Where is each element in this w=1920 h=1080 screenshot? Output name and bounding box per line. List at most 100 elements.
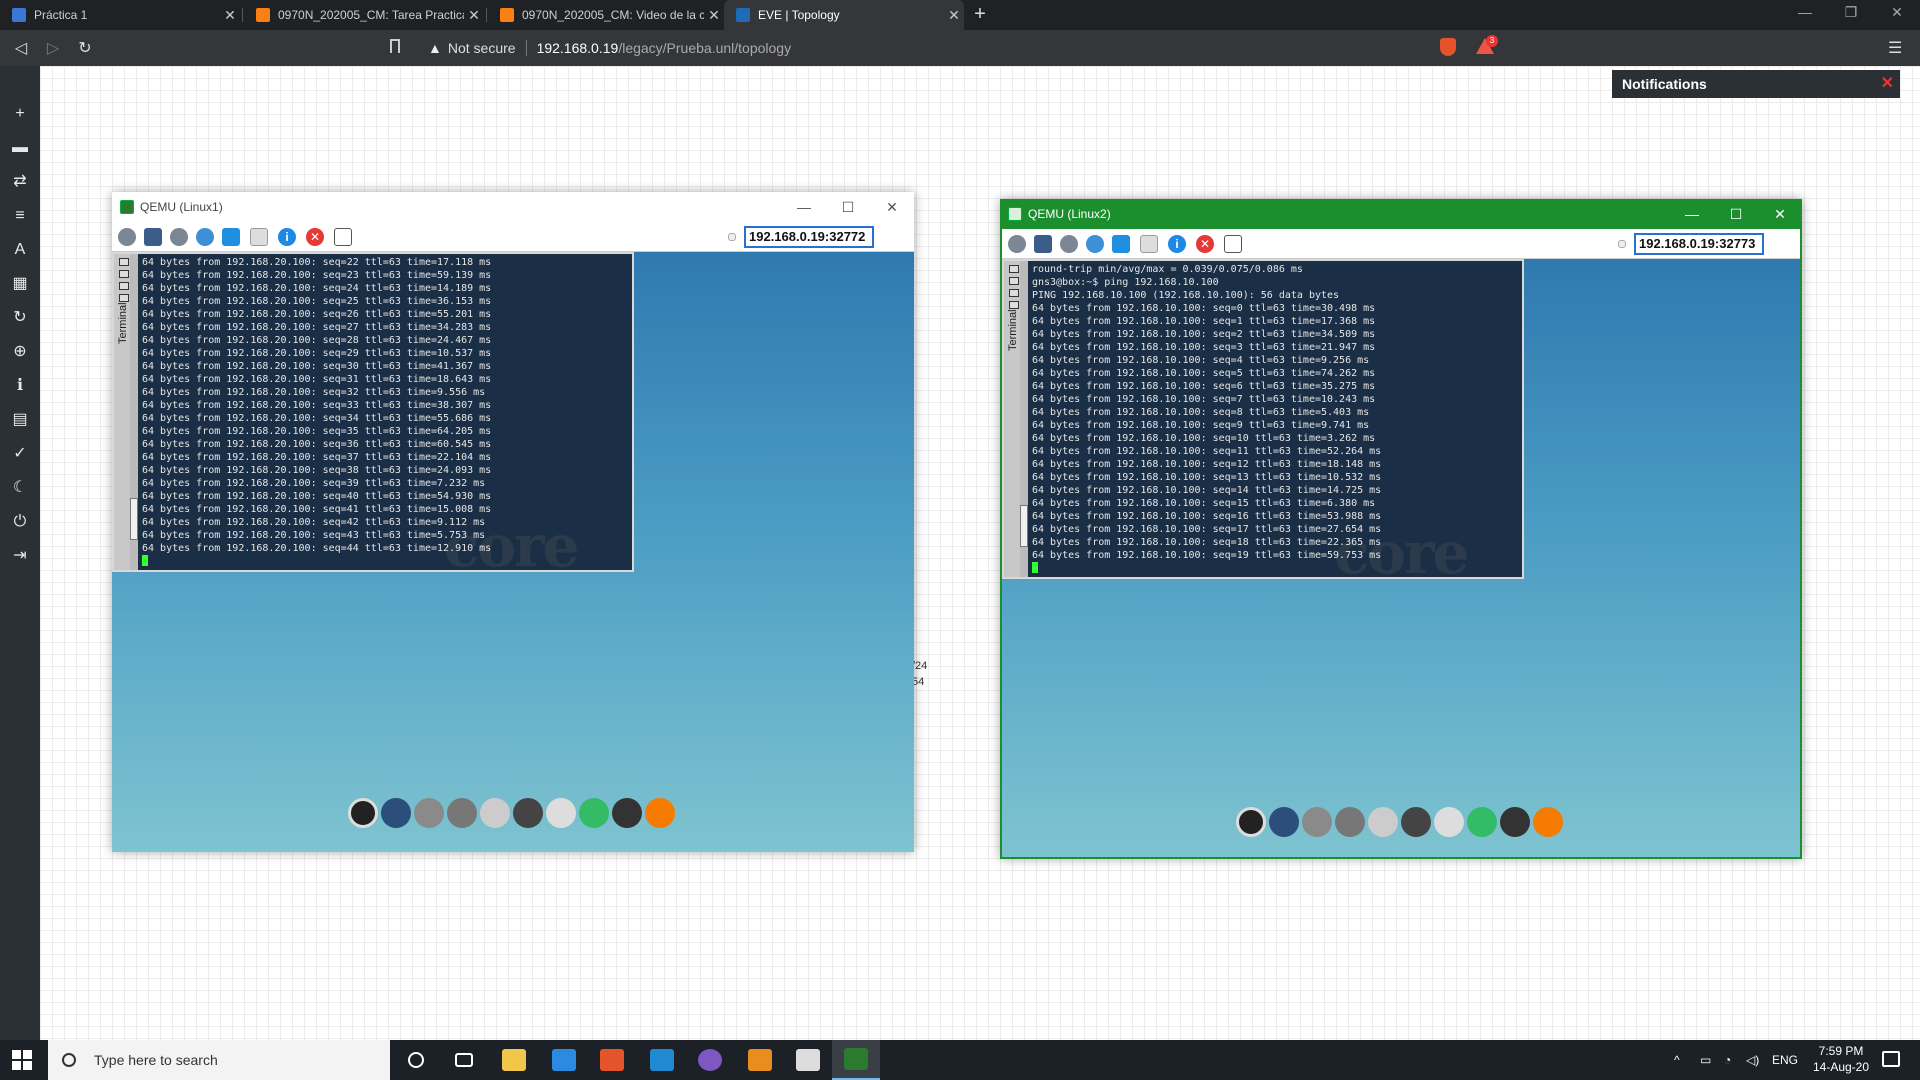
terminal-icon[interactable] <box>250 228 268 246</box>
window-icon[interactable] <box>1009 289 1019 297</box>
drive-icon[interactable] <box>447 798 477 828</box>
text-icon[interactable]: A <box>8 238 32 262</box>
vnc-address-field[interactable]: 192.168.0.19:32773 <box>1634 233 1764 255</box>
terminal-output[interactable]: round-trip min/avg/max = 0.039/0.075/0.0… <box>1032 263 1520 575</box>
fit-screen-icon[interactable] <box>144 228 162 246</box>
terminal-window[interactable]: Terminal core round-trip min/avg/max = 0… <box>1002 259 1524 579</box>
settings-icon[interactable] <box>414 798 444 828</box>
battery-icon[interactable]: ▭ <box>1700 1040 1711 1080</box>
qemu-window-linux2[interactable]: QEMU (Linux2) — ☐ ✕ i ✕ 192.168.0.19:327… <box>1000 199 1802 859</box>
terminal-icon[interactable] <box>1140 235 1158 253</box>
close-icon[interactable] <box>1009 265 1019 273</box>
reload-icon[interactable]: ↻ <box>74 38 96 58</box>
close-icon[interactable]: ✕ <box>870 192 914 222</box>
gear-icon[interactable] <box>170 228 188 246</box>
lab-details-icon[interactable]: ▤ <box>8 408 32 432</box>
clipboard-icon[interactable] <box>1224 235 1242 253</box>
terminal-prompt[interactable] <box>142 555 630 568</box>
disconnect-icon[interactable]: ✕ <box>1196 235 1214 253</box>
window-icon[interactable] <box>1009 277 1019 285</box>
networks-icon[interactable]: ⇄ <box>8 170 32 194</box>
tab-video-clase[interactable]: 0970N_202005_CM: Video de la cl ✕ <box>488 0 724 30</box>
close-icon[interactable]: ✕ <box>220 7 240 24</box>
qemu-window-linux1[interactable]: QEMU (Linux1) — ☐ ✕ i ✕ 192.168.0.19:327… <box>112 192 914 852</box>
disconnect-icon[interactable]: ✕ <box>306 228 324 246</box>
refresh-icon[interactable] <box>1086 235 1104 253</box>
file-explorer-icon[interactable] <box>490 1040 538 1080</box>
add-object-icon[interactable]: + <box>8 102 32 126</box>
scrollbar-thumb[interactable] <box>1020 505 1028 547</box>
tab-eve-topology[interactable]: EVE | Topology ✕ <box>724 0 964 30</box>
address-bar[interactable]: ▲ Not secure 192.168.0.19/legacy/Prueba.… <box>428 36 791 60</box>
tab-tarea-practica[interactable]: 0970N_202005_CM: Tarea Practica ✕ <box>244 0 484 30</box>
forward-icon[interactable]: ▷ <box>42 38 64 58</box>
taskbar-search[interactable]: Type here to search <box>48 1040 390 1080</box>
maximize-icon[interactable]: ☐ <box>826 192 870 222</box>
phone-icon[interactable] <box>513 798 543 828</box>
vnc-address-field[interactable]: 192.168.0.19:32772 <box>744 226 874 248</box>
windows-key-icon[interactable] <box>222 228 240 246</box>
close-icon[interactable]: ✕ <box>1881 73 1894 93</box>
settings-icon[interactable] <box>118 228 136 246</box>
window-icon[interactable] <box>119 282 129 290</box>
zoom-icon[interactable]: ⊕ <box>8 340 32 364</box>
window-titlebar[interactable]: QEMU (Linux1) — ☐ ✕ <box>112 192 914 222</box>
window-icon[interactable] <box>1009 301 1019 309</box>
nodes-icon[interactable]: ▬ <box>8 136 32 160</box>
action-center-icon[interactable] <box>1882 1051 1900 1067</box>
pen-icon[interactable] <box>1269 807 1299 837</box>
close-icon[interactable] <box>119 258 129 266</box>
brave-icon[interactable] <box>588 1040 636 1080</box>
taskbar-clock[interactable]: 7:59 PM 14-Aug-20 <box>1806 1043 1876 1075</box>
text-editor-icon[interactable] <box>1434 807 1464 837</box>
qemu-desktop[interactable]: Terminal core round-trip min/avg/max = 0… <box>1002 259 1800 857</box>
task-view-icon[interactable] <box>440 1040 488 1080</box>
phone-icon[interactable] <box>1401 807 1431 837</box>
shutdown-icon[interactable] <box>1236 807 1266 837</box>
close-icon[interactable]: ✕ <box>464 7 484 24</box>
security-status[interactable]: Not secure <box>448 40 516 56</box>
restore-icon[interactable]: ❐ <box>1836 4 1866 21</box>
wifi-icon[interactable]: ◔ <box>1724 1040 1731 1080</box>
terminal-icon[interactable] <box>1500 807 1530 837</box>
close-icon[interactable]: ✕ <box>1758 199 1802 229</box>
refresh-icon[interactable] <box>196 228 214 246</box>
terminal-output[interactable]: 64 bytes from 192.168.20.100: seq=22 ttl… <box>142 256 630 568</box>
window-icon[interactable] <box>119 270 129 278</box>
back-icon[interactable]: ◁ <box>10 38 32 58</box>
qemu-desktop[interactable]: Terminal core 64 bytes from 192.168.20.1… <box>112 252 914 852</box>
check-icon[interactable]: ✓ <box>8 442 32 466</box>
settings-icon[interactable] <box>1302 807 1332 837</box>
show-hidden-icons[interactable]: ^ <box>1674 1040 1680 1080</box>
minimize-icon[interactable]: — <box>782 192 826 222</box>
drive-icon[interactable] <box>1335 807 1365 837</box>
tools-icon[interactable] <box>480 798 510 828</box>
new-tab-button[interactable]: + <box>968 3 992 26</box>
menu-icon[interactable]: ☰ <box>1888 38 1902 58</box>
vscode-icon[interactable] <box>638 1040 686 1080</box>
window-app-icon[interactable] <box>736 1040 784 1080</box>
monitor-icon[interactable] <box>1467 807 1497 837</box>
app-icon[interactable] <box>686 1040 734 1080</box>
minimize-icon[interactable]: — <box>1670 199 1714 229</box>
terminal-window[interactable]: Terminal core 64 bytes from 192.168.20.1… <box>112 252 634 572</box>
terminal-icon[interactable] <box>612 798 642 828</box>
info-icon[interactable]: i <box>1168 235 1186 253</box>
refresh-icon[interactable]: ↻ <box>8 306 32 330</box>
monitor-icon[interactable] <box>579 798 609 828</box>
brave-shield-icon[interactable] <box>1440 38 1456 56</box>
moon-icon[interactable]: ☾ <box>8 476 32 500</box>
firefox-icon[interactable] <box>645 798 675 828</box>
shutdown-icon[interactable] <box>348 798 378 828</box>
window-icon[interactable] <box>119 294 129 302</box>
grid-icon[interactable]: ▦ <box>8 272 32 296</box>
terminal-prompt[interactable] <box>1032 562 1520 575</box>
info-icon[interactable]: ℹ <box>8 374 32 398</box>
tools-icon[interactable] <box>1368 807 1398 837</box>
bookmark-icon[interactable] <box>390 39 400 53</box>
text-editor-icon[interactable] <box>546 798 576 828</box>
language-indicator[interactable]: ENG <box>1772 1040 1798 1080</box>
pen-icon[interactable] <box>381 798 411 828</box>
fit-screen-icon[interactable] <box>1034 235 1052 253</box>
mail-icon[interactable] <box>540 1040 588 1080</box>
